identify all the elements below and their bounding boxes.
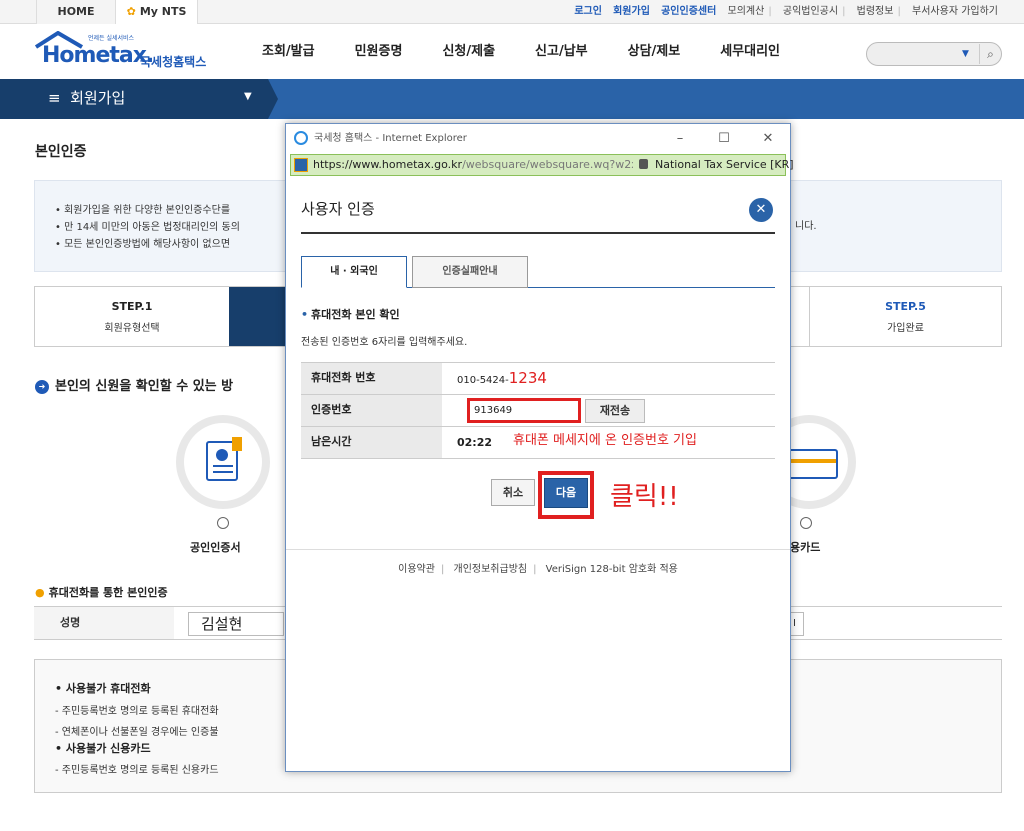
lock-icon[interactable]	[639, 159, 648, 169]
cert-radio[interactable]	[217, 517, 229, 529]
search-icon[interactable]: ⌕	[979, 44, 1001, 64]
logo-korean: 국세청홈택스	[140, 55, 207, 69]
dropdown-icon[interactable]: ▼	[962, 49, 969, 59]
info-line: • 회원가입을 위한 다양한 본인인증수단를	[55, 205, 231, 216]
search-input[interactable]: ▼ ⌕	[866, 42, 1002, 66]
certificate-icon	[206, 437, 242, 481]
section-title: ➜ 본인의 신원을 확인할 수 있는 방	[35, 375, 233, 394]
click-annotation: 클릭!!	[610, 482, 679, 512]
law-info-link[interactable]: 법령정보	[857, 6, 894, 17]
main-nav: 조회/발급 민원증명 신청/제출 신고/납부 상담/제보 세무대리인	[262, 25, 820, 79]
resend-button[interactable]: 재전송	[585, 399, 645, 423]
code-label: 인증번호	[301, 395, 442, 426]
mynts-label: My NTS	[139, 5, 187, 18]
encryption-note: VeriSign 128-bit 암호화 적용	[545, 564, 678, 575]
verification-form: 휴대전화 번호 010-5424-1234 인증번호 913649 재전송 남은…	[301, 362, 775, 460]
nav-certificates[interactable]: 민원증명	[355, 25, 403, 79]
cert-option-label: 공인인증서	[190, 541, 241, 554]
hometax-logo[interactable]: 언제든 실세서비스 Hometax. 국세청홈택스	[34, 31, 224, 75]
terms-link[interactable]: 이용약관	[398, 564, 435, 575]
menu-dropdown[interactable]: ≡ 회원가입 ▼	[0, 79, 268, 119]
maximize-icon[interactable]: ☐	[704, 124, 744, 153]
card-radio[interactable]	[800, 517, 812, 529]
public-disclosure-link[interactable]: 공익법인공시	[783, 6, 838, 17]
auth-code-input[interactable]: 913649	[467, 398, 581, 423]
arrow-icon: ➜	[35, 380, 49, 394]
time-row: 남은시간 02:22 휴대폰 메세지에 온 인증번호 기입	[301, 427, 775, 459]
site-header: 언제든 실세서비스 Hometax. 국세청홈택스 조회/발급 민원증명 신청/…	[0, 25, 1024, 79]
mock-calc-link[interactable]: 모의계산	[728, 6, 765, 17]
tab-domestic-foreign[interactable]: 내 · 외국인	[301, 256, 407, 288]
chevron-down-icon: ▼	[244, 91, 252, 102]
mynts-tab[interactable]: ✿ My NTS	[116, 0, 198, 24]
address-bar[interactable]: https://www.hometax.go.kr/websquare/webs…	[290, 154, 794, 176]
phone-auth-title: ● 휴대전화를 통한 본인인증	[35, 586, 168, 599]
close-icon[interactable]: ✕	[749, 198, 773, 222]
home-tab[interactable]: HOME	[36, 0, 116, 24]
info-line: • 만 14세 미만의 아동은 법정대리인의 동의	[55, 222, 240, 233]
info-tail: 니다.	[795, 221, 817, 232]
menu-label: ≡ 회원가입	[48, 89, 126, 107]
menu-arrow	[268, 79, 278, 119]
popup-footer: 이용약관 | 개인정보취급방침 | VeriSign 128-bit 암호화 적용	[286, 549, 790, 575]
cert-center-link[interactable]: 공인인증센터	[661, 6, 716, 17]
phone-row: 휴대전화 번호 010-5424-1234	[301, 363, 775, 395]
card-option-label: 용카드	[790, 541, 821, 554]
nav-consult[interactable]: 상담/제보	[628, 25, 681, 79]
phone-label: 휴대전화 번호	[301, 363, 442, 394]
signup-link[interactable]: 회원가입	[613, 6, 650, 17]
privacy-link[interactable]: 개인정보취급방침	[454, 564, 528, 575]
login-link[interactable]: 로그인	[574, 6, 602, 17]
info-line: • 모든 본인인증방법에 해당사항이 없으면	[55, 239, 231, 250]
name-field[interactable]: 김설현	[188, 612, 284, 636]
modal-title: 사용자 인증	[301, 200, 375, 218]
nav-apply[interactable]: 신청/제출	[442, 25, 495, 79]
bullet-icon: ●	[35, 586, 45, 599]
nav-tax-agent[interactable]: 세무대리인	[720, 25, 780, 79]
nav-report-pay[interactable]: 신고/납부	[535, 25, 588, 79]
cert-option[interactable]	[176, 415, 270, 509]
window-title: 국세청 홈택스 - Internet Explorer	[314, 133, 467, 144]
close-window-icon[interactable]: ✕	[748, 124, 788, 153]
cancel-button[interactable]: 취소	[491, 479, 535, 506]
tab-auth-failure-guide[interactable]: 인증실패안내	[412, 256, 528, 288]
utility-links: 로그인 회원가입 공인인증센터 모의계산 | 공익법인공시 | 법령정보 | 부서사용…	[574, 6, 998, 17]
phone-number: 010-5424-1234	[457, 369, 547, 387]
step-2-active	[229, 287, 286, 346]
instruction-text: 전송된 인증번호 6자리를 입력해주세요.	[301, 337, 468, 348]
code-annotation: 휴대폰 메세지에 온 인증번호 기입	[513, 433, 697, 448]
nav-inquiry[interactable]: 조회/발급	[262, 25, 315, 79]
step-1: STEP.1 회원유형선택	[104, 300, 160, 334]
utility-bar: HOME ✿ My NTS 로그인 회원가입 공인인증센터 모의계산 | 공익법인공…	[0, 0, 1024, 24]
tab-bar: 내 · 외국인 인증실패안내	[301, 256, 775, 288]
remaining-time: 02:22	[457, 436, 493, 449]
star-icon: ✿	[126, 5, 136, 18]
certificate-owner[interactable]: National Tax Service [KR]	[655, 155, 794, 175]
minimize-icon[interactable]: –	[660, 124, 700, 153]
next-button[interactable]: 다음	[544, 478, 588, 508]
bullet-icon: •	[301, 308, 309, 321]
logo-wordmark: Hometax.	[42, 43, 154, 68]
window-titlebar[interactable]: 국세청 홈택스 - Internet Explorer – ☐ ✕	[286, 124, 790, 153]
phone-verify-title: • 휴대전화 본인 확인	[301, 308, 400, 321]
logo-tagline: 언제든 실세서비스	[88, 35, 135, 42]
time-label: 남은시간	[301, 427, 442, 458]
page-title: 본인인증	[35, 144, 87, 160]
site-favicon	[294, 158, 308, 172]
auth-popup-window: 국세청 홈택스 - Internet Explorer – ☐ ✕ https:…	[285, 123, 794, 772]
ie-icon	[294, 131, 308, 145]
name-label: 성명	[34, 607, 174, 639]
url-text: https://www.hometax.go.kr/websquare/webs…	[313, 158, 633, 171]
menu-bar: ≡ 회원가입 ▼	[0, 79, 1024, 119]
code-row: 인증번호 913649 재전송	[301, 395, 775, 427]
title-divider	[301, 232, 775, 234]
dept-user-link[interactable]: 부서사용자 가입하기	[912, 6, 998, 17]
step-5: STEP.5 가입완료	[809, 287, 1001, 346]
